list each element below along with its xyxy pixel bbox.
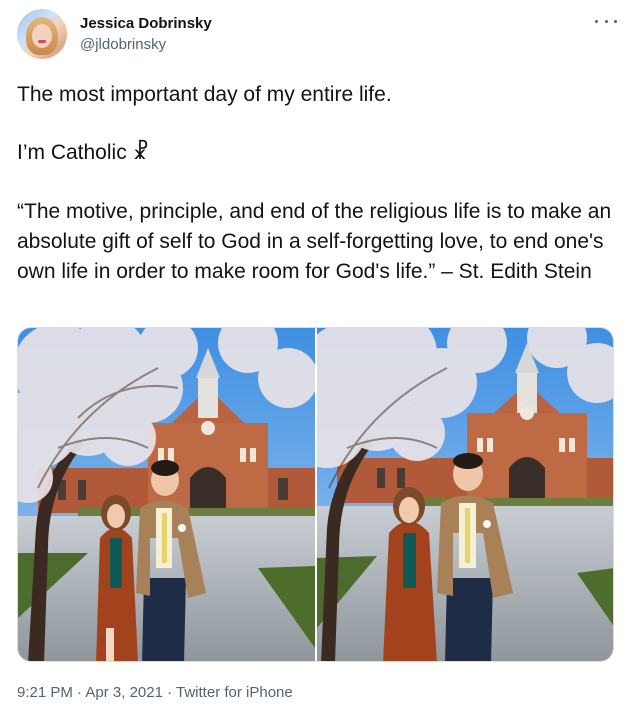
tweet-time[interactable]: 9:21 PM <box>17 684 73 701</box>
tweet-text-line2: I’m Catholic ☧ <box>17 141 149 164</box>
media-grid <box>17 327 614 662</box>
tweet-header: Jessica Dobrinsky @jldobrinsky <box>17 8 617 60</box>
avatar[interactable] <box>17 9 67 59</box>
meta-separator: · <box>72 684 86 701</box>
author-handle[interactable]: @jldobrinsky <box>80 36 166 53</box>
author-name[interactable]: Jessica Dobrinsky <box>80 15 212 32</box>
photo-2[interactable] <box>317 328 613 661</box>
tweet-card: Jessica Dobrinsky @jldobrinsky The most … <box>0 0 630 711</box>
tweet-quote: “The motive, principle, and end of the r… <box>17 200 612 283</box>
meta-separator: · <box>162 684 177 701</box>
avatar-lips <box>38 40 46 43</box>
more-horizontal-icon[interactable] <box>595 14 617 28</box>
tweet-text-line1: The most important day of my entire life… <box>17 83 392 106</box>
tweet-meta: 9:21 PM · Apr 3, 2021 · Twitter for iPho… <box>17 684 293 701</box>
photo-1[interactable] <box>18 328 315 661</box>
tweet-source[interactable]: Twitter for iPhone <box>176 684 293 701</box>
avatar-face <box>32 24 52 48</box>
tweet-date[interactable]: Apr 3, 2021 <box>85 684 163 701</box>
